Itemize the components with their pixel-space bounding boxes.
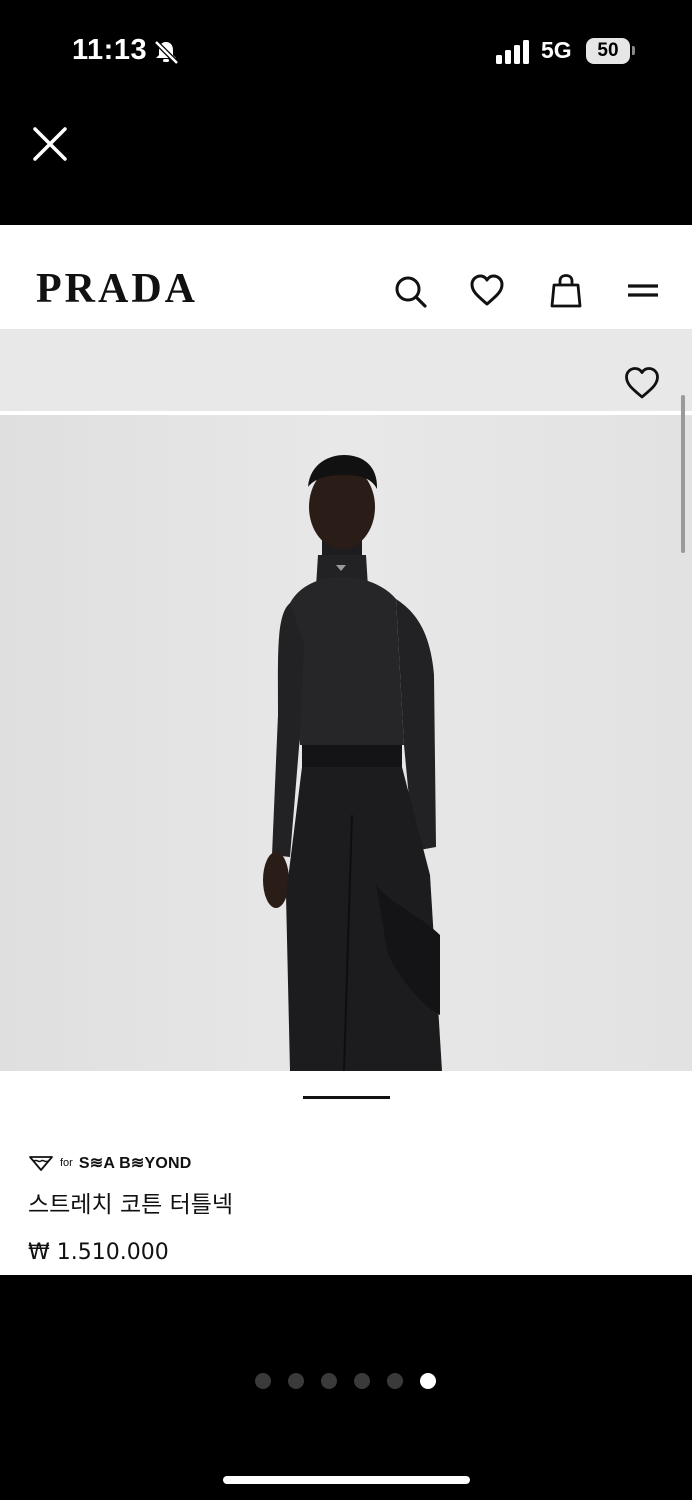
prada-logo[interactable]: PRADA xyxy=(36,268,198,310)
brand-tag-name: S≋A B≋YOND xyxy=(78,1155,192,1172)
pager-dot-active[interactable] xyxy=(420,1373,436,1389)
network-type: 5G xyxy=(541,37,572,63)
scrollbar[interactable] xyxy=(681,395,685,553)
product-price: ₩ 1.510.000 xyxy=(28,1240,169,1265)
home-indicator[interactable] xyxy=(223,1476,470,1484)
viewer-top-bar xyxy=(0,100,692,225)
pager-dot[interactable] xyxy=(321,1373,337,1389)
sea-beyond-tag: for S≋A B≋YOND xyxy=(28,1151,192,1175)
previous-image-strip[interactable] xyxy=(0,330,692,412)
status-bar: 11:13 5G 50 xyxy=(0,0,692,100)
pager-dot[interactable] xyxy=(387,1373,403,1389)
bag-icon[interactable] xyxy=(548,273,584,309)
drawer-handle[interactable] xyxy=(303,1096,390,1099)
brand-tag-for: for xyxy=(60,1157,73,1169)
pager-dot[interactable] xyxy=(354,1373,370,1389)
site-header: PRADA xyxy=(0,225,692,330)
search-icon[interactable] xyxy=(392,273,428,309)
battery-level: 50 xyxy=(597,40,619,61)
bell-slash-icon xyxy=(154,40,179,65)
menu-icon[interactable] xyxy=(625,273,661,309)
pager-dot[interactable] xyxy=(288,1373,304,1389)
product-page: PRADA for S≋A B≋YOND 스트레치 코튼 터틀넥 ₩ 1.510… xyxy=(0,225,692,1275)
sea-beyond-icon xyxy=(29,1156,53,1171)
pager-dot[interactable] xyxy=(255,1373,271,1389)
product-title: 스트레치 코튼 터틀넥 xyxy=(28,1192,234,1218)
status-time: 11:13 xyxy=(72,34,148,66)
heart-icon[interactable] xyxy=(469,273,505,309)
screenshot-pager xyxy=(255,1373,436,1389)
close-icon[interactable] xyxy=(30,124,70,164)
battery-cap xyxy=(632,46,635,55)
product-photo[interactable] xyxy=(0,415,692,1071)
battery-indicator: 50 xyxy=(586,38,630,64)
model-illustration xyxy=(0,415,692,1071)
add-to-wishlist-icon[interactable] xyxy=(623,365,661,401)
signal-icon xyxy=(496,40,529,64)
